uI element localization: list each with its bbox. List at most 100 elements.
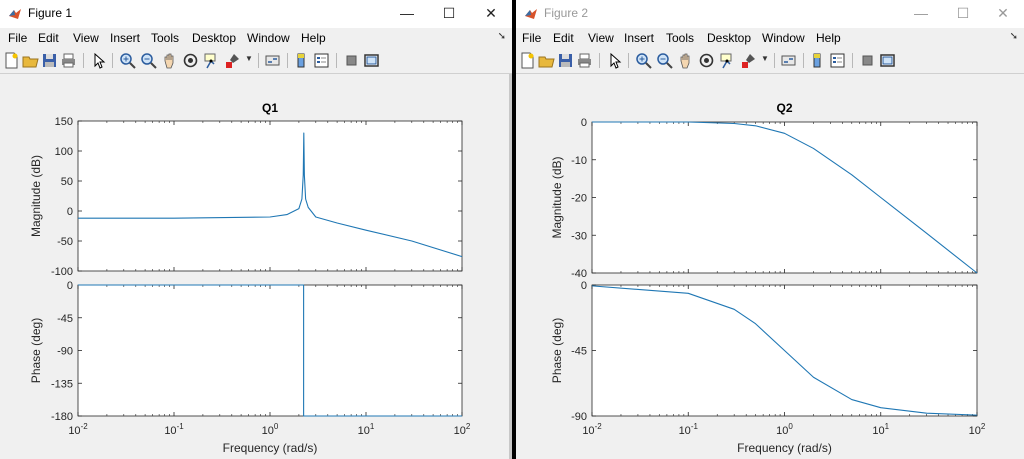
- menu-window[interactable]: Window: [762, 31, 805, 45]
- figure-1-window: Figure 1 — ☐ ✕ File Edit View Insert Too…: [0, 0, 512, 459]
- menu-insert[interactable]: Insert: [624, 31, 654, 45]
- legend-icon[interactable]: [313, 52, 330, 69]
- y-tick-label: -90: [571, 411, 587, 423]
- menu-view[interactable]: View: [588, 31, 614, 45]
- pan-icon[interactable]: [161, 52, 178, 69]
- menu-tools[interactable]: Tools: [666, 31, 694, 45]
- y-tick-label: -30: [571, 230, 587, 242]
- x-tick-label: 100: [262, 422, 279, 437]
- y-tick-label: -135: [51, 378, 73, 390]
- hide-plot-tools-icon[interactable]: [859, 52, 876, 69]
- figure-2-window: Figure 2 — ☐ ✕ File Edit View Insert Too…: [516, 0, 1024, 459]
- pointer-icon[interactable]: [606, 52, 623, 69]
- zoom-in-icon[interactable]: [635, 52, 652, 69]
- show-plot-tools-icon[interactable]: [363, 52, 380, 69]
- open-icon[interactable]: [22, 52, 39, 69]
- x-tick-label: 102: [969, 422, 986, 437]
- figure-toolbar: ▼: [516, 49, 1024, 74]
- dock-arrow-icon[interactable]: ➘: [1010, 31, 1018, 42]
- menu-file[interactable]: File: [8, 31, 27, 45]
- link-icon[interactable]: [264, 52, 281, 69]
- magnitude-ylabel: Magnitude (dB): [550, 156, 564, 238]
- menu-desktop[interactable]: Desktop: [707, 31, 751, 45]
- rotate-icon[interactable]: [698, 52, 715, 69]
- toolbar-separator: [628, 53, 629, 68]
- figure-toolbar: ▼: [0, 49, 512, 74]
- y-tick-label: 0: [67, 280, 73, 292]
- close-button[interactable]: ✕: [982, 0, 1024, 28]
- window-title: Figure 2: [544, 6, 589, 20]
- toolbar-separator: [112, 53, 113, 68]
- maximize-button[interactable]: ☐: [942, 0, 984, 28]
- data-cursor-icon[interactable]: [203, 52, 220, 69]
- menu-window[interactable]: Window: [247, 31, 290, 45]
- y-tick-label: -100: [51, 266, 73, 278]
- link-icon[interactable]: [780, 52, 797, 69]
- zoom-in-icon[interactable]: [119, 52, 136, 69]
- show-plot-tools-icon[interactable]: [879, 52, 896, 69]
- x-tick-label: 101: [358, 422, 375, 437]
- menu-edit[interactable]: Edit: [553, 31, 574, 45]
- minimize-button[interactable]: —: [900, 0, 942, 28]
- colorbar-icon[interactable]: [809, 52, 826, 69]
- magnitude-axes: [77, 120, 463, 272]
- new-figure-icon[interactable]: [3, 52, 20, 69]
- colorbar-icon[interactable]: [293, 52, 310, 69]
- x-tick-label: 10-2: [68, 422, 88, 437]
- y-tick-label: -10: [571, 155, 587, 167]
- open-icon[interactable]: [538, 52, 555, 69]
- close-button[interactable]: ✕: [470, 0, 512, 28]
- save-icon[interactable]: [557, 52, 574, 69]
- zoom-out-icon[interactable]: [140, 52, 157, 69]
- matlab-icon: [9, 9, 21, 19]
- toolbar-separator: [852, 53, 853, 68]
- rotate-icon[interactable]: [182, 52, 199, 69]
- y-tick-label: 100: [55, 146, 73, 158]
- menu-file[interactable]: File: [522, 31, 541, 45]
- data-cursor-icon[interactable]: [719, 52, 736, 69]
- toolbar-separator: [774, 53, 775, 68]
- y-tick-label: 0: [581, 117, 587, 129]
- phase-ylabel: Phase (deg): [29, 318, 43, 383]
- pan-icon[interactable]: [677, 52, 694, 69]
- print-icon[interactable]: [576, 52, 593, 69]
- menu-help[interactable]: Help: [816, 31, 841, 45]
- save-icon[interactable]: [41, 52, 58, 69]
- title-bar: Figure 2 — ☐ ✕: [516, 0, 1024, 28]
- figure-canvas: Q2 0 -10 -20 -30 -40 Magnitude (dB) 0 -45 -90 Phas…: [516, 74, 1024, 459]
- new-figure-icon[interactable]: [519, 52, 536, 69]
- x-axis-label: Frequency (rad/s): [223, 441, 318, 455]
- toolbar-separator: [803, 53, 804, 68]
- dock-arrow-icon[interactable]: ➘: [498, 31, 506, 42]
- minimize-button[interactable]: —: [386, 0, 428, 28]
- x-axis-label: Frequency (rad/s): [737, 441, 832, 455]
- brush-icon[interactable]: [740, 52, 757, 69]
- figure-canvas: Q1 150 100 50 0 -50 -100 Magnitude (dB) 0 -45 -90 -…: [0, 74, 512, 459]
- menu-desktop[interactable]: Desktop: [192, 31, 236, 45]
- menu-insert[interactable]: Insert: [110, 31, 140, 45]
- window-title: Figure 1: [28, 6, 73, 20]
- toolbar-separator: [287, 53, 288, 68]
- menu-help[interactable]: Help: [301, 31, 326, 45]
- x-tick-label: 102: [454, 422, 471, 437]
- hide-plot-tools-icon[interactable]: [343, 52, 360, 69]
- menu-bar: File Edit View Insert Tools Desktop Wind…: [516, 28, 1024, 49]
- print-icon[interactable]: [60, 52, 77, 69]
- brush-icon[interactable]: [224, 52, 241, 69]
- y-tick-label: -180: [51, 411, 73, 423]
- y-tick-label: -50: [57, 236, 73, 248]
- toolbar-separator: [83, 53, 84, 68]
- y-tick-label: 0: [67, 206, 73, 218]
- plot-title: Q2: [776, 101, 792, 115]
- zoom-out-icon[interactable]: [656, 52, 673, 69]
- menu-view[interactable]: View: [73, 31, 99, 45]
- legend-icon[interactable]: [829, 52, 846, 69]
- menu-edit[interactable]: Edit: [38, 31, 59, 45]
- y-tick-label: -45: [571, 346, 587, 358]
- maximize-button[interactable]: ☐: [428, 0, 470, 28]
- brush-dropdown-icon[interactable]: ▼: [761, 54, 769, 63]
- menu-tools[interactable]: Tools: [151, 31, 179, 45]
- bode-plot: Q2 0 -10 -20 -30 -40 Magnitude (dB) 0 -45 -90 Phas…: [550, 101, 986, 455]
- pointer-icon[interactable]: [90, 52, 107, 69]
- brush-dropdown-icon[interactable]: ▼: [245, 54, 253, 63]
